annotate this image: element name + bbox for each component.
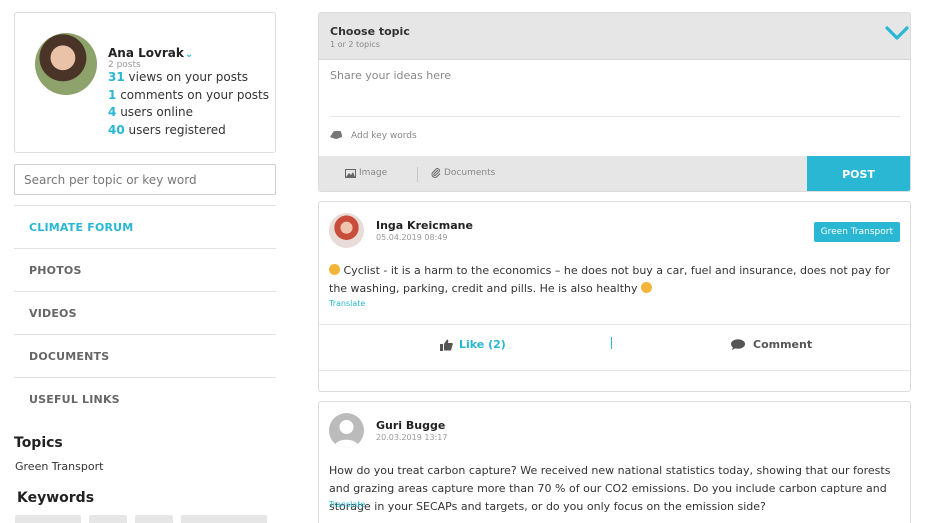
stat-comments: 1 comments on your posts bbox=[108, 87, 269, 102]
thumbs-up-icon bbox=[440, 339, 453, 351]
comment-button[interactable]: Comment bbox=[731, 338, 812, 351]
post-body: How do you treat carbon capture? We rece… bbox=[329, 464, 891, 513]
profile-card: Ana Lovrak⌄ 2 posts 31 views on your pos… bbox=[14, 12, 276, 153]
chevron-down-icon[interactable] bbox=[884, 23, 910, 43]
user-avatar[interactable] bbox=[35, 33, 97, 95]
author-avatar[interactable] bbox=[329, 413, 364, 448]
profile-name-dropdown[interactable]: Ana Lovrak⌄ bbox=[108, 46, 193, 60]
post-button[interactable]: POST bbox=[807, 156, 910, 191]
default-user-icon bbox=[334, 420, 359, 448]
tag-icon bbox=[330, 131, 342, 140]
nav-item-useful-links[interactable]: USEFUL LINKS bbox=[14, 377, 276, 420]
add-keywords-label: Add key words bbox=[351, 131, 417, 141]
forum-post: Guri Bugge 20.03.2019 13:17 How do you t… bbox=[318, 401, 911, 523]
keyword-chip[interactable] bbox=[181, 515, 267, 523]
attach-image-button[interactable]: Image bbox=[345, 168, 387, 178]
nav-item-photos[interactable]: PHOTOS bbox=[14, 248, 276, 291]
composer-toolbar: Image Documents POST bbox=[319, 156, 910, 191]
keywords-heading: Keywords bbox=[17, 490, 95, 506]
keyword-chip[interactable] bbox=[89, 515, 127, 523]
translate-link[interactable]: Translate bbox=[329, 500, 365, 509]
nav-item-videos[interactable]: VIDEOS bbox=[14, 291, 276, 334]
like-button[interactable]: Like (2) bbox=[440, 338, 506, 351]
topic-chooser-hint: 1 or 2 topics bbox=[330, 40, 380, 49]
divider bbox=[417, 167, 418, 182]
post-textarea[interactable]: Share your ideas here bbox=[330, 69, 451, 82]
nav-item-documents[interactable]: DOCUMENTS bbox=[14, 334, 276, 377]
sidebar-nav: CLIMATE FORUM PHOTOS VIDEOS DOCUMENTS US… bbox=[14, 205, 276, 420]
search-input[interactable] bbox=[14, 164, 276, 195]
topic-item[interactable]: Green Transport bbox=[15, 460, 103, 473]
paperclip-icon bbox=[431, 168, 441, 178]
add-keywords-field[interactable]: Add key words bbox=[330, 131, 417, 141]
attach-documents-button[interactable]: Documents bbox=[431, 168, 495, 178]
keyword-chip[interactable] bbox=[135, 515, 173, 523]
smile-emoji-icon bbox=[329, 264, 340, 275]
smile-emoji-icon bbox=[641, 282, 653, 293]
profile-name: Ana Lovrak bbox=[108, 46, 184, 60]
post-actions: Like (2) Comment bbox=[319, 324, 910, 371]
post-date: 20.03.2019 13:17 bbox=[376, 433, 448, 442]
profile-stats: 31 views on your posts 1 comments on you… bbox=[108, 69, 269, 139]
topic-badge[interactable]: Green Transport bbox=[813, 222, 900, 242]
translate-link[interactable]: Translate bbox=[329, 299, 365, 308]
topic-chooser[interactable]: Choose topic 1 or 2 topics bbox=[319, 13, 910, 60]
post-author[interactable]: Inga Kreicmane bbox=[376, 219, 473, 232]
chevron-down-icon: ⌄ bbox=[184, 49, 194, 60]
stat-views: 31 views on your posts bbox=[108, 70, 248, 84]
post-author[interactable]: Guri Bugge bbox=[376, 419, 445, 432]
topics-heading: Topics bbox=[14, 435, 63, 451]
forum-post: Inga Kreicmane 05.04.2019 08:49 Green Tr… bbox=[318, 201, 911, 392]
post-body: Cyclist - it is a harm to the economics … bbox=[329, 264, 891, 295]
keyword-chip[interactable] bbox=[15, 515, 81, 523]
stat-online: 4 users online bbox=[108, 105, 194, 119]
stat-registered: 40 users registered bbox=[108, 122, 226, 137]
comment-icon bbox=[731, 339, 745, 350]
divider bbox=[330, 116, 900, 117]
divider bbox=[611, 337, 612, 349]
post-date: 05.04.2019 08:49 bbox=[376, 233, 448, 242]
nav-item-climate-forum[interactable]: CLIMATE FORUM bbox=[14, 205, 276, 248]
keyword-list bbox=[15, 515, 267, 523]
author-avatar[interactable] bbox=[329, 213, 364, 248]
post-composer: Choose topic 1 or 2 topics Share your id… bbox=[318, 12, 911, 192]
topic-chooser-title: Choose topic bbox=[330, 25, 410, 38]
image-icon bbox=[345, 168, 356, 178]
